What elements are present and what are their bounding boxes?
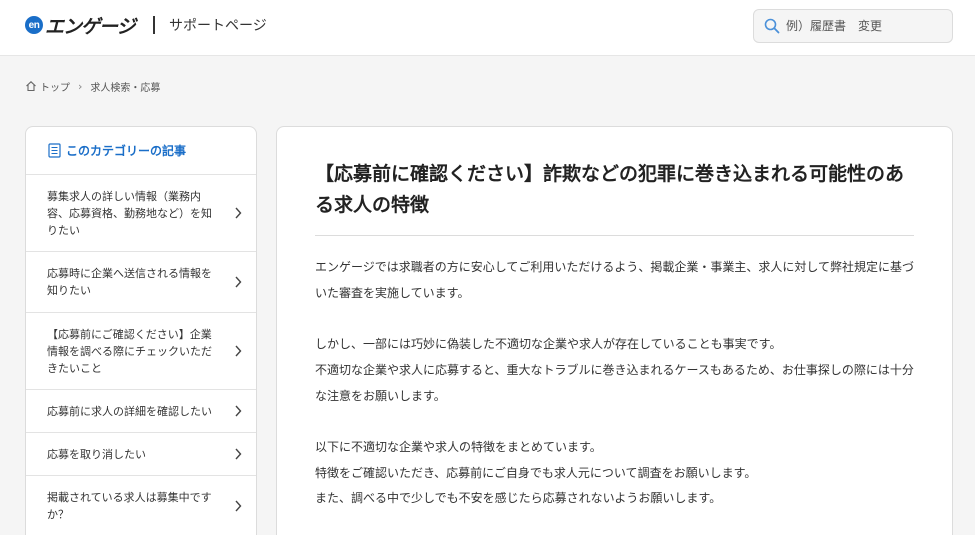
chevron-right-icon [235,448,242,460]
breadcrumb-current[interactable]: 求人検索・応募 [90,79,160,94]
sidebar-article-label: 応募を取り消したい [47,447,146,461]
breadcrumb: トップ › 求人検索・応募 [25,78,160,94]
article-title: 【応募前に確認ください】詐欺などの犯罪に巻き込まれる可能性のある求人の特徴 [315,163,905,216]
sidebar-article-link[interactable]: 応募時に企業へ送信される情報を知りたい [26,252,256,313]
breadcrumb-home-label: トップ [40,82,70,94]
article-line: 特徴をご確認いただき、応募前にご自身でも求人元について調査をお願いします。 [315,465,757,480]
chevron-right-icon [235,345,242,357]
logo-divider [153,16,155,34]
article-line: また、調べる中で少しでも不安を感じたら応募されないようお願いします。 [315,491,722,506]
chevron-right-icon [235,207,242,219]
document-icon [48,143,61,158]
sidebar-article-label: 応募前に求人の詳細を確認したい [47,404,212,418]
chevron-right-icon [235,405,242,417]
engage-logo-mark[interactable]: en [25,16,43,34]
article-body: エンゲージでは求職者の方に安心してご利用いただけるよう、掲載企業・事業主、求人に… [315,255,915,535]
article-line: しかし、一部には巧妙に偽装した不適切な企業や求人が存在していることも事実です。 [315,337,782,352]
search-box[interactable] [753,9,953,43]
chevron-right-icon [235,276,242,288]
breadcrumb-chevron-icon: › [78,79,83,93]
category-sidebar: このカテゴリーの記事 募集求人の詳しい情報（業務内容、応募資格、勤務地など）を知… [25,126,257,535]
article-panel: 【応募前に確認ください】詐欺などの犯罪に巻き込まれる可能性のある求人の特徴 エン… [276,126,953,535]
support-page-label[interactable]: サポートページ [169,15,267,35]
search-input[interactable] [786,16,946,36]
sidebar-heading: このカテゴリーの記事 [26,127,256,175]
sidebar-article-link[interactable]: 掲載されている求人は募集中ですか？ [26,476,256,535]
sidebar-article-label: 掲載されている求人は募集中ですか？ [47,490,212,521]
sidebar-article-label: 応募時に企業へ送信される情報を知りたい [47,267,212,297]
engage-logo-text[interactable]: エンゲージ [45,12,136,39]
breadcrumb-home[interactable]: トップ [25,79,70,94]
sidebar-article-link[interactable]: 応募前に求人の詳細を確認したい [26,390,256,433]
site-header: en エンゲージ サポートページ [0,0,975,56]
sidebar-heading-label: このカテゴリーの記事 [66,144,187,158]
sidebar-article-link[interactable]: 【応募前にご確認ください】企業情報を調べる際にチェックいただきたいこと [26,313,256,390]
article-line: 以下に不適切な企業や求人の特徴をまとめています。 [315,439,602,454]
article-line: エンゲージでは求職者の方に安心してご利用いただけるよう、掲載企業・事業主、求人に… [315,260,915,300]
article-paragraph: しかし、一部には巧妙に偽装した不適切な企業や求人が存在していることも事実です。 … [315,332,915,409]
search-icon [764,18,780,34]
article-paragraph: 以下に不適切な企業や求人の特徴をまとめています。 特徴をご確認いただき、応募前に… [315,435,915,512]
sidebar-article-label: 【応募前にご確認ください】企業情報を調べる際にチェックいただきたいこと [47,327,212,375]
home-icon [26,81,36,92]
sidebar-article-link[interactable]: 募集求人の詳しい情報（業務内容、応募資格、勤務地など）を知りたい [26,175,256,252]
title-divider [315,235,914,236]
article-line: 不適切な企業や求人に応募すると、重大なトラブルに巻き込まれるケースもあるため、お… [315,362,914,403]
sidebar-article-label: 募集求人の詳しい情報（業務内容、応募資格、勤務地など）を知りたい [47,189,212,237]
article-paragraph: エンゲージでは求職者の方に安心してご利用いただけるよう、掲載企業・事業主、求人に… [315,255,915,306]
sidebar-article-link[interactable]: 応募を取り消したい [26,433,256,476]
chevron-right-icon [235,500,242,511]
